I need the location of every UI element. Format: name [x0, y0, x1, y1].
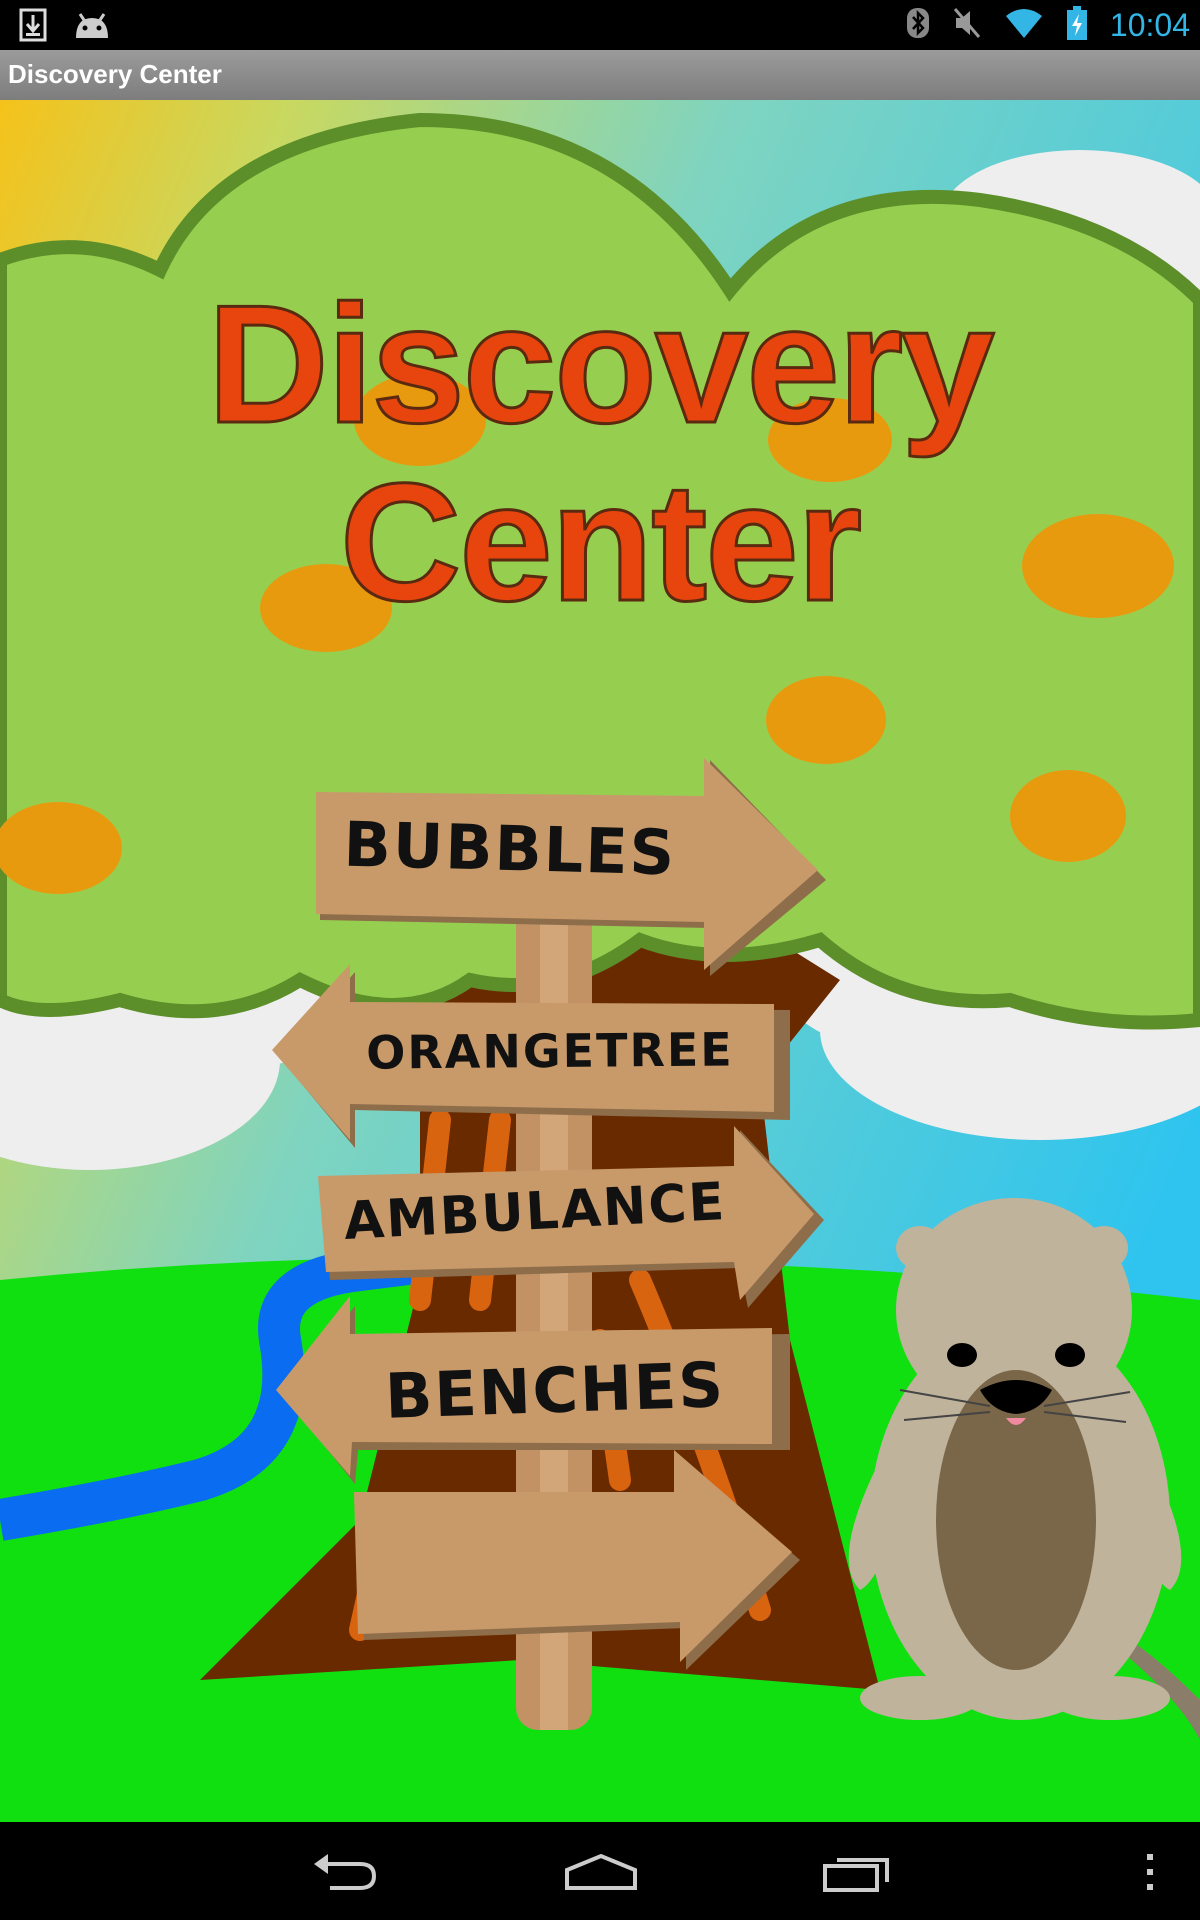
overflow-menu-icon[interactable]: [1130, 1842, 1170, 1902]
recent-apps-icon[interactable]: [812, 1842, 902, 1902]
navigation-bar: [0, 1822, 1200, 1920]
download-icon: [18, 8, 48, 46]
app-name: Discovery Center: [8, 59, 222, 89]
battery-charging-icon: [1066, 5, 1088, 45]
sign-bubbles-button[interactable]: BUBBLES: [315, 807, 705, 890]
status-bar: 10:04: [0, 0, 1200, 50]
clock: 10:04: [1109, 6, 1190, 43]
discovery-scene: Discovery Center BUBBLES ORANGETREE AMBU…: [0, 100, 1200, 1822]
home-icon[interactable]: [556, 1842, 646, 1902]
android-icon: [72, 8, 112, 46]
sign-benches-button[interactable]: BENCHES: [349, 1347, 761, 1434]
back-icon[interactable]: [300, 1842, 390, 1902]
wifi-icon: [1004, 6, 1044, 44]
bluetooth-icon: [906, 6, 930, 44]
action-bar: Discovery Center: [0, 50, 1200, 100]
sign-blank-button[interactable]: [360, 1500, 680, 1630]
sign-orangetree-button[interactable]: ORANGETREE: [320, 1022, 780, 1080]
mute-icon: [952, 6, 982, 44]
